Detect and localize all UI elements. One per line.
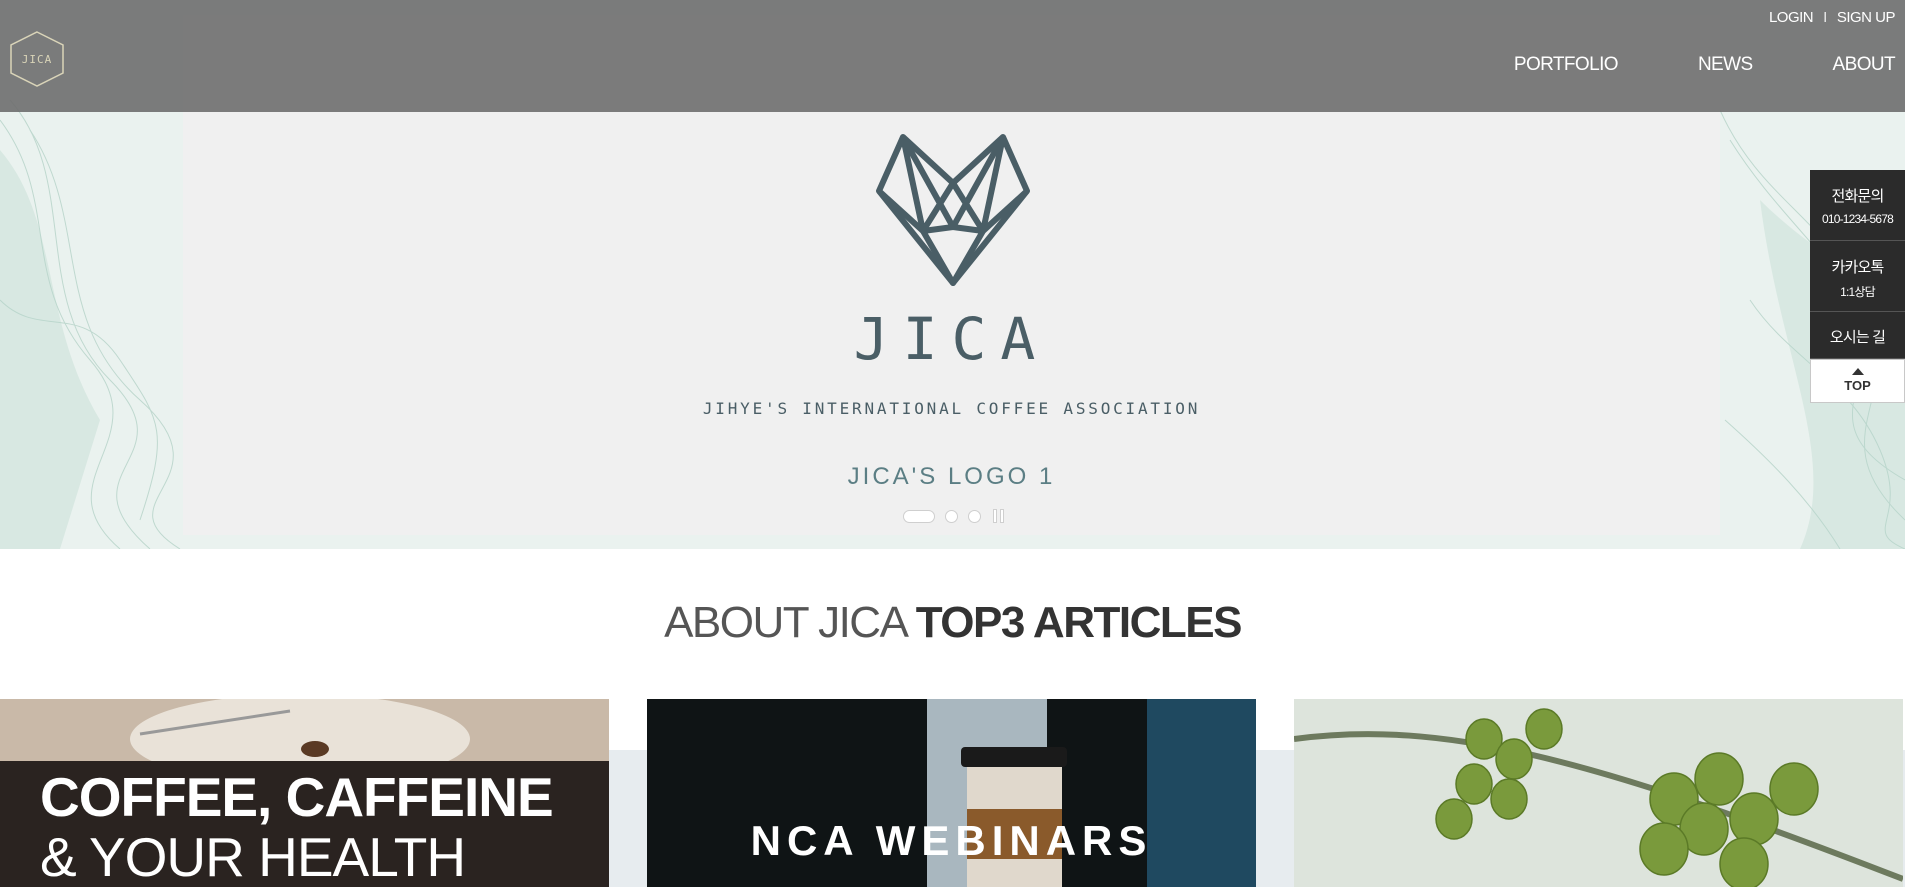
utility-links: LOGIN I SIGN UP xyxy=(1769,9,1896,26)
quick-directions[interactable]: 오시는 길 xyxy=(1810,312,1905,359)
site-logo[interactable]: JICA xyxy=(7,30,67,88)
scroll-top-label: TOP xyxy=(1844,378,1871,393)
quick-directions-label: 오시는 길 xyxy=(1829,329,1886,346)
quick-phone-number: 010-1234-5678 xyxy=(1821,212,1894,226)
article-card-2-title: NCA WEBINARS xyxy=(750,817,1153,864)
heart-diamond-emblem-icon xyxy=(876,134,1030,286)
slide-pager xyxy=(903,509,1005,523)
hero-title: JICA xyxy=(853,305,1050,373)
hero-banner: JICA JIHYE'S INTERNATIONAL COFFEE ASSOCI… xyxy=(0,0,1905,549)
articles-heading-light: ABOUT JICA xyxy=(664,598,916,647)
quick-kakao[interactable]: 카카오톡 1:1상담 xyxy=(1810,241,1905,312)
arrow-up-icon xyxy=(1851,368,1864,375)
articles-heading: ABOUT JICA TOP3 ARTICLES xyxy=(0,598,1905,648)
pager-dot-2[interactable] xyxy=(945,509,958,523)
signup-link[interactable]: SIGN UP xyxy=(1837,9,1896,26)
nav-item-portfolio[interactable]: PORTFOLIO xyxy=(1514,54,1619,76)
quick-phone[interactable]: 전화문의 010-1234-5678 xyxy=(1810,170,1905,241)
article-card-1-line1: COFFEE, CAFFEINE xyxy=(40,766,554,828)
util-separator: I xyxy=(1823,9,1827,26)
logo-text: JICA xyxy=(22,53,53,66)
nav-item-about[interactable]: ABOUT xyxy=(1833,54,1896,76)
main-nav: PORTFOLIO NEWS ABOUT xyxy=(1514,54,1896,76)
pause-icon[interactable] xyxy=(991,509,1005,523)
quick-kakao-label: 카카오톡 xyxy=(1831,259,1884,276)
article-card-1-title: COFFEE, CAFFEINE & YOUR HEALTH xyxy=(40,766,554,887)
quick-phone-label: 전화문의 xyxy=(1831,188,1884,205)
hero-subtitle: JIHYE'S INTERNATIONAL COFFEE ASSOCIATION xyxy=(702,399,1201,418)
article-card-1-line2: & YOUR HEALTH xyxy=(40,826,466,887)
slide-caption: JICA'S LOGO 1 xyxy=(847,463,1056,490)
login-link[interactable]: LOGIN xyxy=(1769,9,1814,26)
quick-kakao-sub: 1:1상담 xyxy=(1840,285,1876,299)
scroll-top-button[interactable]: TOP xyxy=(1810,359,1905,403)
quick-menu: 전화문의 010-1234-5678 카카오톡 1:1상담 오시는 길 TOP xyxy=(1810,170,1905,403)
articles-heading-bold: TOP3 ARTICLES xyxy=(915,598,1243,647)
hexagon-logo-icon: JICA xyxy=(10,31,64,87)
nav-item-news[interactable]: NEWS xyxy=(1698,54,1753,76)
article-card-1[interactable]: COFFEE, CAFFEINE & YOUR HEALTH xyxy=(0,699,609,887)
article-card-3[interactable] xyxy=(1294,699,1903,887)
pager-dot-1[interactable] xyxy=(903,509,935,523)
top-navigation-bar: JICA LOGIN I SIGN UP PORTFOLIO NEWS ABOU… xyxy=(0,0,1905,112)
green-coffee-beans-image xyxy=(1294,699,1903,887)
article-card-2[interactable]: NCA WEBINARS xyxy=(647,699,1256,887)
pager-dot-3[interactable] xyxy=(968,509,981,523)
